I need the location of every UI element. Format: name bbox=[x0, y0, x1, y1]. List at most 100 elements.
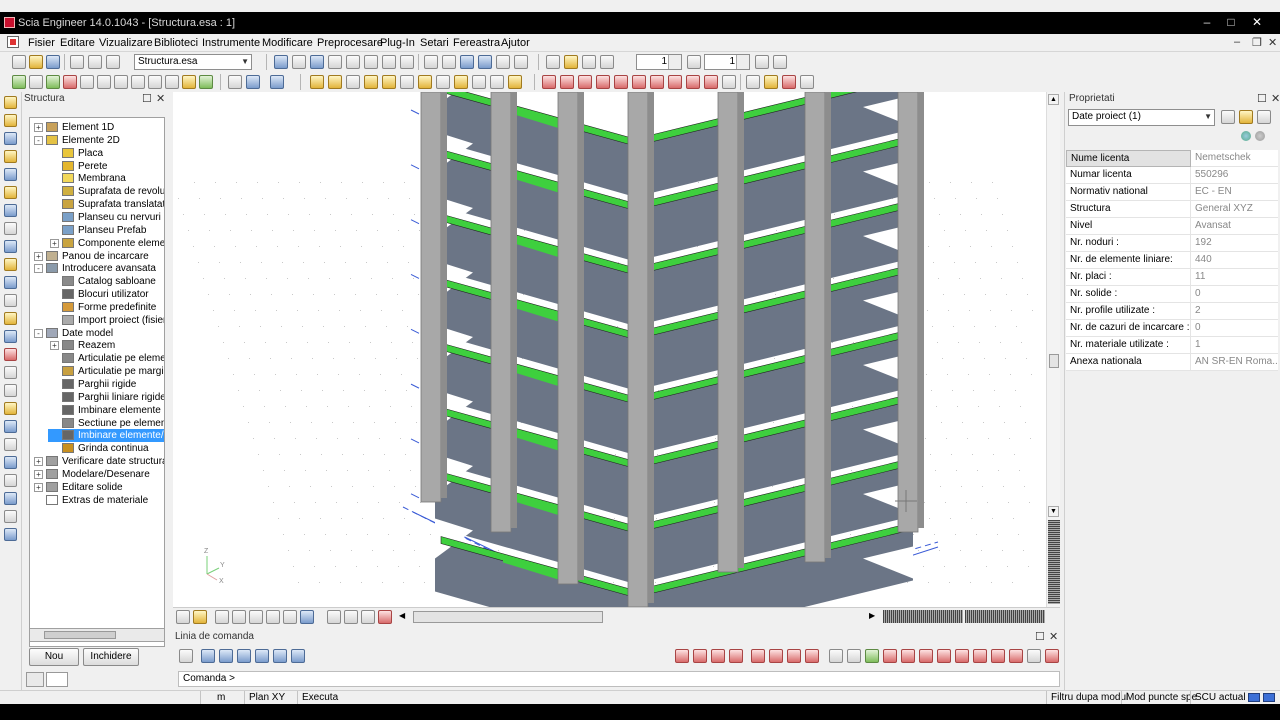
print-icon[interactable] bbox=[424, 55, 438, 69]
property-value[interactable]: 2 bbox=[1193, 303, 1278, 320]
select-icon[interactable] bbox=[546, 55, 560, 69]
layer-icon[interactable] bbox=[274, 55, 288, 69]
tree-item[interactable]: + Verificare date structura bbox=[32, 455, 164, 468]
property-row[interactable]: Nr. solide :0 bbox=[1066, 286, 1278, 303]
check-5-icon[interactable] bbox=[614, 75, 628, 89]
grid-snap-13-icon[interactable] bbox=[1045, 649, 1059, 663]
tree-item[interactable]: Suprafata de revoluti bbox=[48, 185, 164, 198]
grid-snap-2-icon[interactable] bbox=[847, 649, 861, 663]
filter-icon[interactable] bbox=[1239, 110, 1253, 124]
support-icon[interactable] bbox=[46, 75, 60, 89]
grid-snap-11-icon[interactable] bbox=[1009, 649, 1023, 663]
menu-fisier[interactable]: Fisier bbox=[28, 37, 55, 49]
expand-icon[interactable]: + bbox=[34, 251, 43, 261]
check-6-icon[interactable] bbox=[632, 75, 646, 89]
spin-input-2[interactable]: 1 bbox=[704, 54, 750, 70]
paste-icon[interactable] bbox=[346, 55, 360, 69]
tree-item[interactable]: Import proiect (fisier bbox=[48, 314, 164, 327]
tool-6-icon[interactable] bbox=[4, 186, 17, 199]
tool-9-icon[interactable] bbox=[4, 240, 17, 253]
tool-18-icon[interactable] bbox=[4, 402, 17, 415]
property-row[interactable]: Nr. de elemente liniare: 440 bbox=[1066, 252, 1278, 269]
status-snap[interactable]: Mod puncte spe bbox=[1121, 691, 1197, 705]
tool-2-icon[interactable] bbox=[4, 114, 17, 127]
menu-vizualizare[interactable]: Vizualizare bbox=[99, 37, 153, 49]
grid-snap-4-icon[interactable] bbox=[883, 649, 897, 663]
minimize-button[interactable]: – bbox=[1196, 15, 1218, 31]
grid-snap-1-icon[interactable] bbox=[829, 649, 843, 663]
grid-icon[interactable] bbox=[382, 55, 396, 69]
view-toggle-10-icon[interactable] bbox=[344, 610, 358, 624]
view-toggle-7-icon[interactable] bbox=[283, 610, 297, 624]
tree-item[interactable]: Articulatie pe margin bbox=[48, 365, 164, 378]
tree-item[interactable]: + Element 1D bbox=[32, 121, 164, 134]
label-5-icon[interactable] bbox=[382, 75, 396, 89]
tool-21-icon[interactable] bbox=[4, 456, 17, 469]
mdi-minimize-icon[interactable]: – bbox=[1234, 36, 1240, 48]
menu-preprocesare[interactable]: Preprocesare bbox=[317, 37, 383, 49]
tool-20-icon[interactable] bbox=[4, 438, 17, 451]
scroll-down-icon[interactable]: ▼ bbox=[1048, 506, 1059, 517]
grid-snap-5-icon[interactable] bbox=[901, 649, 915, 663]
tree-item[interactable]: + Modelare/Desenare bbox=[32, 468, 164, 481]
label-9-icon[interactable] bbox=[454, 75, 468, 89]
pin-icon[interactable]: ☐ bbox=[1257, 92, 1267, 106]
menu-instrumente[interactable]: Instrumente bbox=[202, 37, 260, 49]
tool-3-icon[interactable] bbox=[4, 132, 17, 145]
mdi-restore-icon[interactable]: ❐ bbox=[1252, 36, 1262, 49]
tool-7-icon[interactable] bbox=[4, 204, 17, 217]
scroll-right-icon[interactable]: ▶ bbox=[869, 611, 879, 623]
property-value[interactable]: 550296 bbox=[1193, 167, 1278, 184]
new-file-icon[interactable] bbox=[12, 55, 26, 69]
tool-19-icon[interactable] bbox=[4, 420, 17, 433]
label-1-icon[interactable] bbox=[310, 75, 324, 89]
mirror-icon[interactable] bbox=[582, 55, 596, 69]
property-value[interactable]: 0 bbox=[1193, 320, 1278, 337]
close-window-button[interactable]: ✕ bbox=[1246, 15, 1268, 31]
menu-ajutor[interactable]: Ajutor bbox=[501, 37, 530, 49]
step-icon[interactable] bbox=[687, 55, 701, 69]
tree-item[interactable]: Sectiune pe element bbox=[48, 417, 164, 430]
properties-combo[interactable]: Date proiect (1) ▼ bbox=[1068, 109, 1215, 126]
tree-item[interactable]: Parghii rigide bbox=[48, 378, 164, 391]
expand-icon[interactable]: + bbox=[34, 482, 43, 492]
property-value[interactable]: General XYZ bbox=[1193, 201, 1278, 218]
close-panel-icon[interactable]: ✕ bbox=[156, 92, 165, 106]
check-7-icon[interactable] bbox=[650, 75, 664, 89]
zoom-icon[interactable] bbox=[97, 75, 111, 89]
scroll-up-icon[interactable]: ▲ bbox=[1048, 94, 1059, 105]
tool-16-icon[interactable] bbox=[4, 366, 17, 379]
property-value[interactable]: Avansat bbox=[1193, 218, 1278, 235]
tool-11-icon[interactable] bbox=[4, 276, 17, 289]
label-10-icon[interactable] bbox=[472, 75, 486, 89]
property-row[interactable]: Nr. materiale utilizate :1 bbox=[1066, 337, 1278, 354]
property-value[interactable]: AN SR-EN Roma... bbox=[1193, 354, 1278, 371]
expand-icon[interactable]: + bbox=[34, 469, 43, 479]
save-icon[interactable] bbox=[46, 55, 60, 69]
snap-6-icon[interactable] bbox=[769, 649, 783, 663]
pan-icon[interactable] bbox=[80, 75, 94, 89]
label-6-icon[interactable] bbox=[400, 75, 414, 89]
tree-item[interactable]: Imbinare elemente/ bbox=[48, 429, 164, 443]
snap-3-icon[interactable] bbox=[711, 649, 725, 663]
shape-icon[interactable] bbox=[755, 55, 769, 69]
close-button[interactable]: Inchidere bbox=[83, 648, 139, 666]
tree-item[interactable]: Parghii liniare rigide bbox=[48, 391, 164, 404]
zoom-in-icon[interactable] bbox=[114, 75, 128, 89]
render-icon[interactable] bbox=[310, 55, 324, 69]
undo-icon[interactable] bbox=[70, 55, 84, 69]
zoom-out-icon[interactable] bbox=[131, 75, 145, 89]
property-value[interactable]: EC - EN bbox=[1193, 184, 1278, 201]
label-2-icon[interactable] bbox=[328, 75, 342, 89]
cmd-6-icon[interactable] bbox=[291, 649, 305, 663]
status-toggle-2-icon[interactable] bbox=[1263, 693, 1275, 702]
tool-12-icon[interactable] bbox=[4, 294, 17, 307]
property-row[interactable]: Nr. placi :11 bbox=[1066, 269, 1278, 286]
check-4-icon[interactable] bbox=[596, 75, 610, 89]
tool-13-icon[interactable] bbox=[4, 312, 17, 325]
view-toggle-12-icon[interactable] bbox=[378, 610, 392, 624]
gallery-icon[interactable] bbox=[496, 55, 510, 69]
vscroll-thumb[interactable] bbox=[1049, 354, 1059, 368]
label-4-icon[interactable] bbox=[364, 75, 378, 89]
check-10-icon[interactable] bbox=[704, 75, 718, 89]
